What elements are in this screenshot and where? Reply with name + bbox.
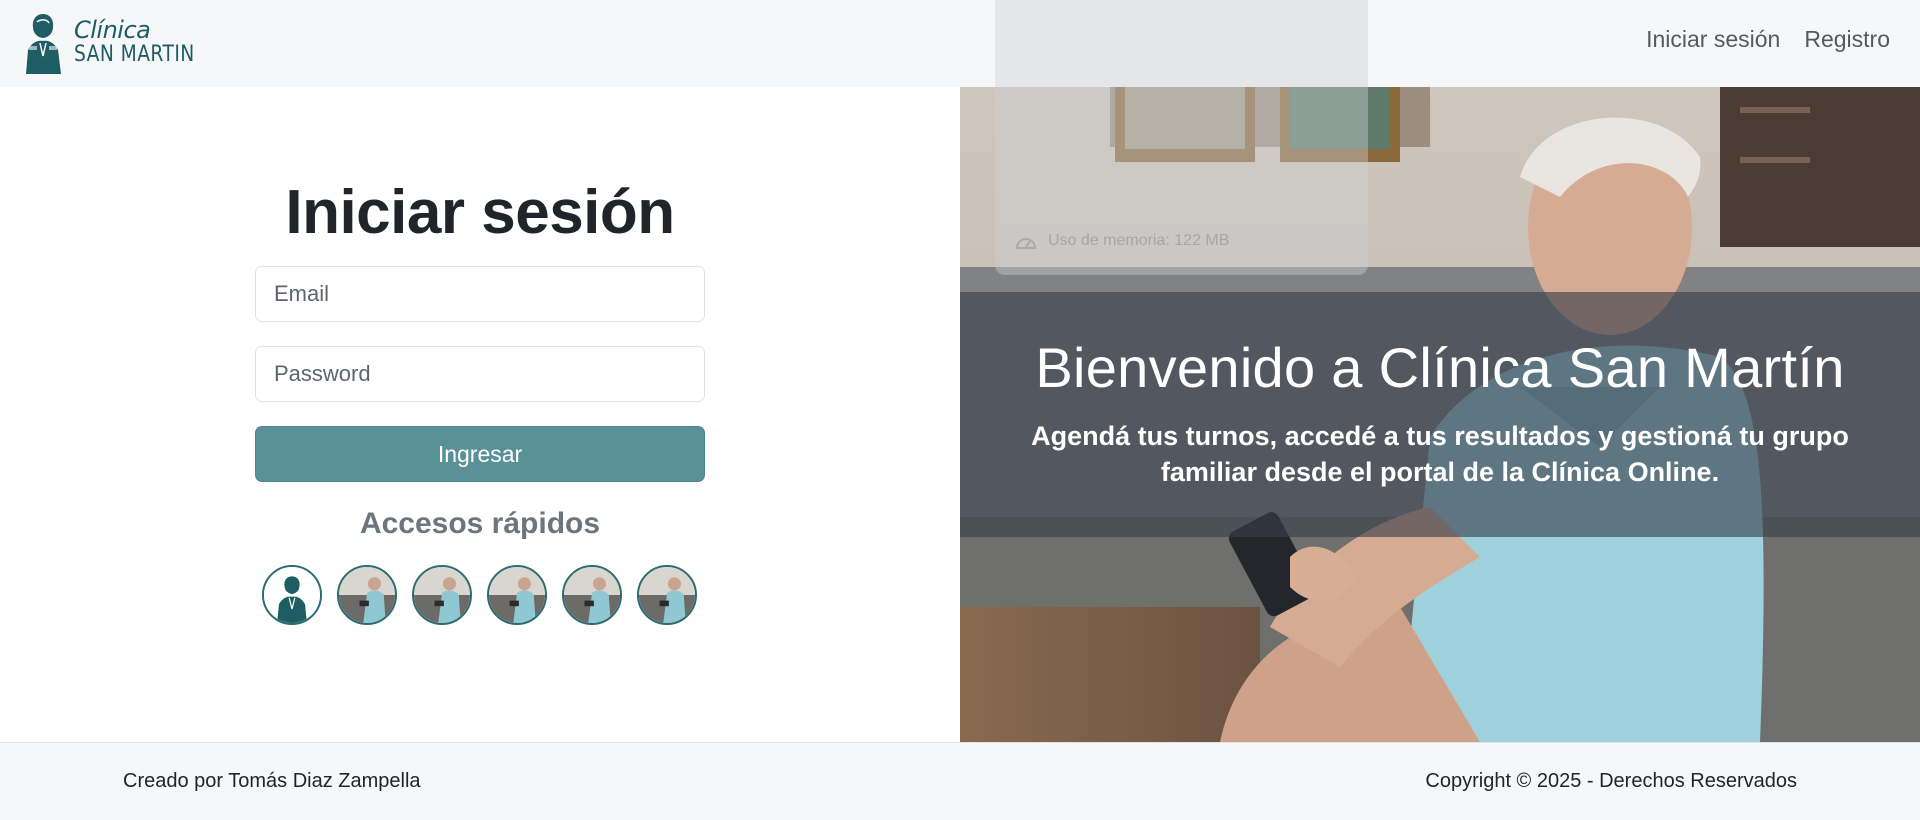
nav-links: Iniciar sesión Registro: [1646, 26, 1890, 53]
quick-access-user-4[interactable]: [487, 565, 547, 625]
quick-access-user-5[interactable]: [562, 565, 622, 625]
brand-line-2: SAN MARTIN: [74, 42, 195, 68]
quick-access-list: [262, 565, 697, 625]
hero-title: Bienvenido a Clínica San Martín: [1035, 336, 1845, 399]
password-field[interactable]: [255, 346, 705, 402]
hero-text-overlay: [960, 292, 1920, 537]
brand-name: Clínica SAN MARTIN: [74, 15, 216, 68]
login-button[interactable]: Ingresar: [255, 426, 705, 482]
user-photo-icon: [339, 567, 395, 623]
nav-register-link[interactable]: Registro: [1804, 26, 1890, 53]
navbar: Clínica SAN MARTIN Iniciar sesión Regist…: [0, 0, 1920, 87]
gauge-icon: [1015, 238, 1037, 249]
login-title: Iniciar sesión: [285, 178, 675, 247]
memory-usage-text: Uso de memoria: 122 MB: [1048, 232, 1230, 249]
san-martin-portrait-icon: [26, 14, 61, 74]
footer-credit: Creado por Tomás Diaz Zampella: [123, 770, 421, 792]
nav-login-link[interactable]: Iniciar sesión: [1646, 26, 1780, 53]
quick-access-user-1[interactable]: [262, 565, 322, 625]
quick-access-title: Accesos rápidos: [359, 507, 601, 540]
user-photo-icon: [489, 567, 545, 623]
memory-usage-panel: Uso de memoria: 122 MB: [995, 0, 1368, 275]
footer: Creado por Tomás Diaz Zampella Copyright…: [0, 742, 1920, 820]
brand-logo[interactable]: Clínica SAN MARTIN: [18, 10, 216, 74]
quick-access-user-2[interactable]: [337, 565, 397, 625]
user-photo-icon: [639, 567, 695, 623]
footer-copyright: Copyright © 2025 - Derechos Reservados: [1425, 770, 1797, 792]
hero-subtitle: Agendá tus turnos, accedé a tus resultad…: [1031, 421, 1849, 487]
login-panel: Iniciar sesión Ingresar Accesos rápidos: [0, 87, 960, 742]
email-field[interactable]: [255, 266, 705, 322]
user-photo-icon: [564, 567, 620, 623]
quick-access-user-3[interactable]: [412, 565, 472, 625]
brand-line-1: Clínica: [74, 15, 151, 44]
san-martin-portrait-icon: [264, 567, 320, 623]
user-photo-icon: [414, 567, 470, 623]
quick-access-user-6[interactable]: [637, 565, 697, 625]
